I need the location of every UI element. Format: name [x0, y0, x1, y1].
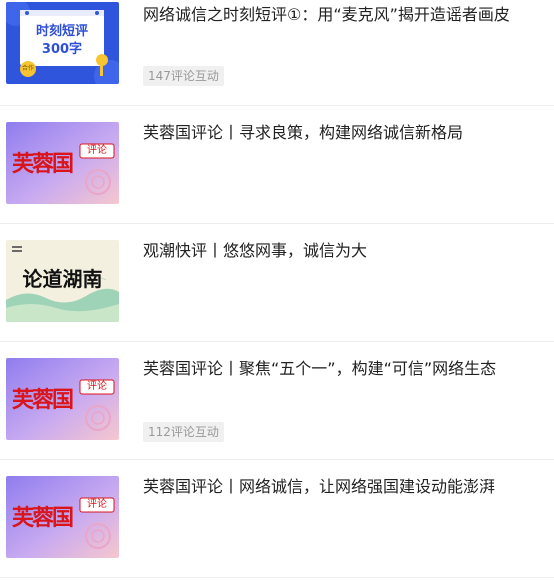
cover-tag-text: 评论 — [87, 145, 107, 156]
article-title[interactable]: 网络诚信之时刻短评①：用“麦克风”揭开造谣者画皮 — [143, 4, 543, 26]
article-thumbnail: 芙蓉国 评论 — [6, 476, 119, 558]
cover-title-text: 芙蓉国 — [12, 505, 74, 531]
article-title[interactable]: 芙蓉国评论丨寻求良策，构建网络诚信新格局 — [143, 122, 543, 144]
article-title[interactable]: 芙蓉国评论丨网络诚信，让网络强国建设动能澎湃 — [143, 476, 543, 498]
article-thumbnail: 芙蓉国 评论 — [6, 358, 119, 440]
cover-corner-label: 合作 — [21, 65, 34, 72]
list-item[interactable]: 时刻短评 300字 合作 网络诚信之时刻短评①：用“麦克风”揭开造谣者画皮 14… — [0, 0, 554, 106]
comment-count-badge: 147评论互动 — [143, 66, 224, 86]
list-item[interactable]: 芙蓉国 评论 芙蓉国评论丨聚焦“五个一”，构建“可信”网络生态 112评论互动 — [0, 342, 554, 460]
cover-title-text: 芙蓉国 — [12, 151, 74, 177]
article-title[interactable]: 芙蓉国评论丨聚焦“五个一”，构建“可信”网络生态 — [143, 358, 543, 380]
article-thumbnail: 论道湖南 — [6, 240, 119, 322]
cover-title-text: 论道湖南 — [22, 267, 103, 291]
list-item[interactable]: 论道湖南 观潮快评丨悠悠网事，诚信为大 — [0, 224, 554, 342]
cover-tag-text: 评论 — [87, 499, 107, 510]
cover-text-line1: 时刻短评 — [35, 24, 88, 39]
article-title[interactable]: 观潮快评丨悠悠网事，诚信为大 — [143, 240, 543, 262]
cover-text-line2: 300字 — [41, 42, 83, 57]
comment-count-badge: 112评论互动 — [143, 422, 224, 442]
cover-title-text: 芙蓉国 — [12, 387, 74, 413]
list-item[interactable]: 芙蓉国 评论 芙蓉国评论丨寻求良策，构建网络诚信新格局 — [0, 106, 554, 224]
cover-tag-text: 评论 — [87, 381, 107, 392]
list-item[interactable]: 芙蓉国 评论 芙蓉国评论丨网络诚信，让网络强国建设动能澎湃 — [0, 460, 554, 578]
article-thumbnail: 芙蓉国 评论 — [6, 122, 119, 204]
article-thumbnail: 时刻短评 300字 合作 — [6, 2, 119, 84]
